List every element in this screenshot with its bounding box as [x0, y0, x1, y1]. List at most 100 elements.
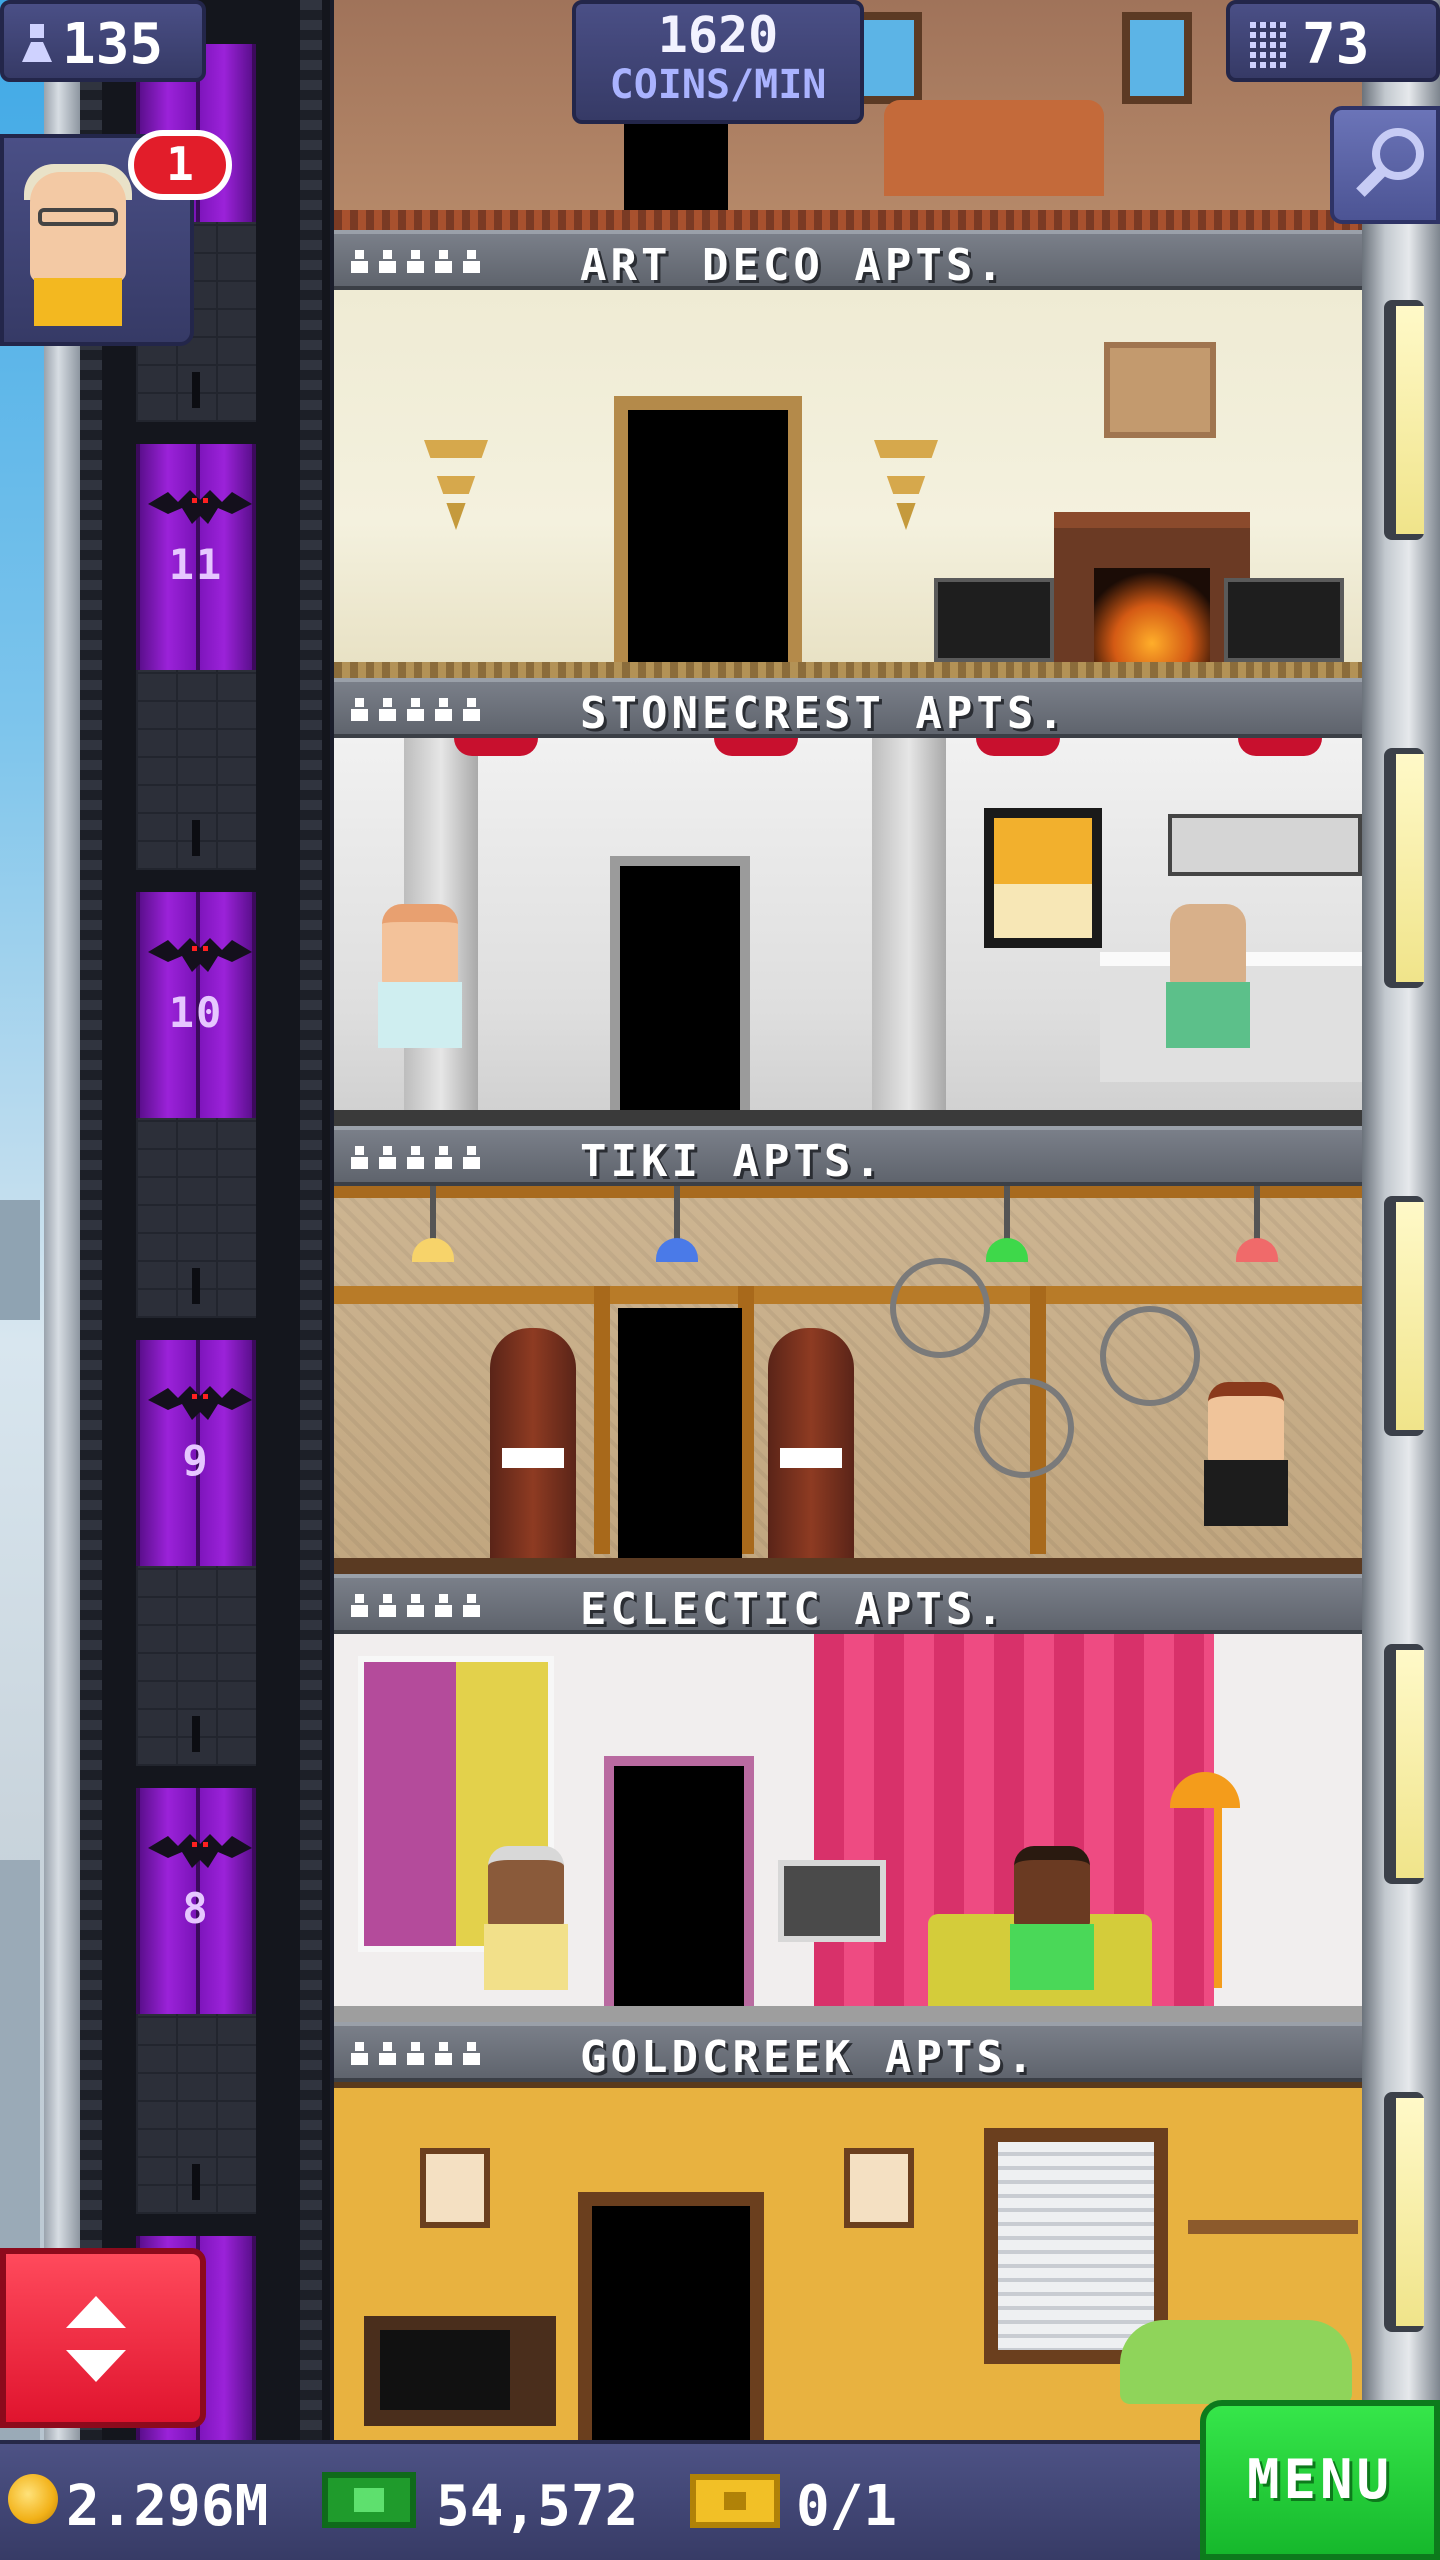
avatar-glasses: [38, 208, 118, 226]
shaft-cable-hook: [192, 372, 200, 408]
tower-window: [1384, 748, 1424, 988]
room-interior: [334, 2082, 1362, 2440]
tower-window: [1384, 300, 1424, 540]
up-arrow-icon: [66, 2296, 126, 2328]
bird-perch-ring: [890, 1258, 990, 1358]
portrait-frame: [844, 2148, 914, 2228]
tower-wall-right: [1362, 0, 1440, 2440]
ceiling-beam: [334, 1186, 1362, 1198]
income-rate-value: 1620: [657, 6, 779, 64]
room-window: [1122, 12, 1192, 104]
residents-indicator: [350, 1594, 480, 1620]
residents-indicator: [350, 698, 480, 724]
background-building: [0, 1200, 40, 1320]
pillar: [872, 738, 946, 1110]
shaft-floor-9: 9: [136, 1118, 256, 1566]
speaker: [934, 578, 1054, 662]
floor-stonecrest[interactable]: STONECREST APTS.: [334, 678, 1362, 1126]
television: [364, 2316, 556, 2426]
tiki-totem: [768, 1328, 854, 1558]
shaft-cable-hook: [192, 1716, 200, 1752]
floor-name: ECLECTIC APTS.: [580, 1584, 1007, 1635]
bat-icon: [148, 1386, 252, 1420]
elevator-button[interactable]: [0, 2248, 206, 2428]
resident-character[interactable]: [1200, 1382, 1292, 1532]
coin-icon: [8, 2474, 58, 2524]
floor-tiki[interactable]: TIKI APTS.: [334, 1126, 1362, 1574]
room-door: [604, 1756, 754, 2006]
floor-count-value: 73: [1302, 12, 1370, 77]
couch: [1120, 2320, 1352, 2404]
floor-name: ART DECO APTS.: [580, 240, 1007, 291]
floor-trim: [334, 1558, 1362, 1574]
ceiling-lamp: [714, 738, 798, 756]
tickets-value: 0/1: [796, 2474, 898, 2539]
bat-icon: [148, 490, 252, 524]
building-icon: [1250, 22, 1286, 68]
floor-name: STONECREST APTS.: [580, 688, 1068, 739]
residents-indicator: [350, 250, 480, 276]
flower-painting: [1104, 342, 1216, 438]
ceiling-lamp: [454, 738, 538, 756]
notification-badge[interactable]: 1: [128, 130, 232, 200]
elevator-door: 8: [136, 1788, 256, 2014]
coins-value: 2.296M: [66, 2474, 269, 2539]
shaft-cable-hook: [192, 820, 200, 856]
population-counter[interactable]: 135: [0, 0, 206, 82]
wall-sconce: [874, 440, 938, 530]
floor-art-deco[interactable]: ART DECO APTS.: [334, 230, 1362, 678]
floor-goldcreek[interactable]: GOLDCREEK APTS.: [334, 2022, 1362, 2440]
tower-window: [1384, 1196, 1424, 1436]
pendant-lamp: [656, 1186, 698, 1262]
bux-cash-icon: [322, 2472, 416, 2528]
floor-count-counter[interactable]: 73: [1226, 0, 1440, 82]
resident-character[interactable]: [1162, 904, 1254, 1054]
bat-icon: [148, 1834, 252, 1868]
television: [778, 1860, 886, 1942]
sofa: [884, 100, 1104, 196]
floor-name: GOLDCREEK APTS.: [580, 2032, 1038, 2083]
tower-window: [1384, 2092, 1424, 2332]
residents-indicator: [350, 1146, 480, 1172]
down-arrow-icon: [66, 2350, 126, 2382]
resident-character[interactable]: [480, 1846, 572, 1996]
resident-character[interactable]: [1006, 1846, 1098, 1996]
floor-eclectic[interactable]: ECLECTIC APTS.: [334, 1574, 1362, 2022]
bamboo-post: [594, 1286, 610, 1554]
menu-button[interactable]: MENU: [1200, 2400, 1440, 2560]
portrait-frame: [420, 2148, 490, 2228]
shaft-rail: [300, 0, 322, 2440]
shaft-floor-number: 10: [168, 988, 224, 1037]
floor-banner: GOLDCREEK APTS.: [334, 2022, 1362, 2083]
floor-banner: ART DECO APTS.: [334, 230, 1362, 291]
room-door: [618, 1308, 742, 1558]
floor-banner: TIKI APTS.: [334, 1126, 1362, 1187]
sky-background: [0, 0, 48, 2440]
resident-character[interactable]: [374, 904, 466, 1054]
room-door: [610, 856, 750, 1110]
pendant-lamp: [986, 1186, 1028, 1262]
floor-lamp-stand: [1214, 1798, 1222, 1988]
income-rate-display[interactable]: 1620 COINS/MIN: [572, 0, 864, 124]
room-interior: [334, 290, 1362, 678]
floor-banner: ECLECTIC APTS.: [334, 1574, 1362, 1635]
elevator-door: 9: [136, 1340, 256, 1566]
tower-window: [1384, 1644, 1424, 1884]
bird-perch-ring: [1100, 1306, 1200, 1406]
tiki-totem: [490, 1328, 576, 1558]
bamboo-rail: [334, 1286, 1362, 1304]
ceiling-lamp: [1238, 738, 1322, 756]
avatar: [30, 172, 126, 282]
shaft-cable-hook: [192, 1268, 200, 1304]
floor-trim: [334, 210, 1362, 230]
room-interior: [334, 1634, 1362, 2022]
shaft-rail: [80, 0, 102, 2440]
search-button[interactable]: [1330, 106, 1440, 224]
elevator-door: 10: [136, 892, 256, 1118]
shaft-cable-hook: [192, 2164, 200, 2200]
population-value: 135: [62, 12, 164, 77]
elevator-door: 11: [136, 444, 256, 670]
shaft-floor-10: 10: [136, 670, 256, 1118]
magnifier-handle: [1356, 167, 1386, 197]
room-door: [578, 2192, 764, 2440]
